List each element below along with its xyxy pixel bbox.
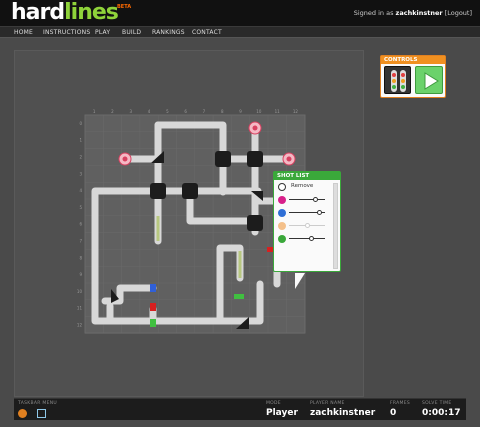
grid-row-label: 7: [79, 239, 82, 244]
nav-build[interactable]: BUILD: [122, 29, 141, 36]
nav-contact[interactable]: CONTACT: [192, 29, 222, 36]
grid-col-label: 5: [166, 109, 169, 114]
game-stage: 1 2 3 4 5 6 7 8 9 10 11 12 0 1 2 3 4 5 6 7 8 9 10 11 12: [14, 50, 364, 397]
shot-row-2[interactable]: [277, 208, 333, 218]
solve-time-value: 0:00:17: [422, 408, 461, 418]
help-icon[interactable]: [18, 409, 27, 418]
shot-row-4[interactable]: [277, 234, 333, 244]
shot-slider-knob[interactable]: [313, 197, 318, 202]
grid-row-label: 9: [79, 272, 82, 277]
nav-rankings[interactable]: RANKINGS: [152, 29, 185, 36]
mode-value: Player: [266, 408, 298, 418]
launcher-blue[interactable]: [150, 284, 156, 292]
grid-column-labels: 1 2 3 4 5 6 7 8 9 10 11 12: [93, 109, 299, 114]
solve-time-label: SOLVE TIME: [422, 401, 452, 406]
taskbar-menu-label: TASKBAR MENU: [18, 401, 57, 406]
shot-list-scrollbar[interactable]: [333, 183, 338, 269]
site-header: hardlines BETA Signed in as zachkinstner…: [0, 0, 480, 26]
shot-list-title: SHOT LIST: [274, 172, 340, 180]
grid-row-label: 1: [79, 138, 82, 143]
shot-slider-track: [289, 199, 325, 200]
grid-col-label: 7: [203, 109, 206, 114]
launcher-green-2[interactable]: [234, 294, 244, 299]
grid-row-label: 5: [79, 205, 82, 210]
junction-box[interactable]: [247, 215, 263, 231]
shot-slider-track: [289, 238, 325, 239]
shot-row-1[interactable]: [277, 195, 333, 205]
grid-row-label: 0: [79, 121, 82, 126]
status-bar: TASKBAR MENU MODE Player PLAYER NAME zac…: [14, 398, 466, 420]
shot-color-dot: [278, 235, 286, 243]
grid-row-label: 3: [79, 171, 82, 176]
grid-col-label: 3: [129, 109, 132, 114]
mode-label: MODE: [266, 401, 281, 406]
frames-value: 0: [390, 408, 397, 418]
site-logo[interactable]: hardlines: [11, 0, 119, 25]
signed-in-username: zachkinstner: [395, 9, 443, 17]
hardlines-app: hardlines BETA Signed in as zachkinstner…: [0, 0, 480, 427]
junction-box[interactable]: [182, 183, 198, 199]
grid-col-label: 11: [275, 109, 281, 114]
junction-box[interactable]: [150, 183, 166, 199]
frames-label: FRAMES: [390, 401, 410, 406]
player-name-label: PLAYER NAME: [310, 401, 345, 406]
remove-label: Remove: [291, 183, 314, 189]
traffic-light-icon: [391, 70, 406, 92]
grid-row-label: 8: [79, 255, 82, 260]
shot-slider-knob[interactable]: [317, 210, 322, 215]
remove-icon: [278, 183, 286, 191]
shot-color-dot: [278, 222, 286, 230]
play-icon: [424, 72, 439, 90]
target-center-icon: [122, 156, 128, 162]
grid-col-label: 1: [93, 109, 96, 114]
junction-box[interactable]: [247, 151, 263, 167]
beta-badge: BETA: [117, 4, 132, 10]
nav-play[interactable]: PLAY: [95, 29, 110, 36]
logo-text-hard: hard: [11, 0, 65, 25]
grid-col-label: 2: [111, 109, 114, 114]
logout-link[interactable]: [Logout]: [445, 9, 472, 17]
grid-col-label: 12: [293, 109, 299, 114]
shot-list-panel: SHOT LIST Remove: [273, 171, 341, 272]
main-nav: HOME INSTRUCTIONS PLAY BUILD RANKINGS CO…: [0, 26, 480, 38]
target-center-icon: [252, 125, 258, 131]
grid-row-label: 4: [79, 188, 82, 193]
play-button[interactable]: [415, 66, 443, 94]
grid-col-label: 9: [239, 109, 242, 114]
shot-slider-knob[interactable]: [305, 223, 310, 228]
controls-title: CONTROLS: [381, 56, 445, 64]
launcher-green[interactable]: [150, 319, 156, 327]
grid-row-label: 10: [77, 289, 83, 294]
grid-col-label: 6: [184, 109, 187, 114]
nav-home[interactable]: HOME: [14, 29, 33, 36]
logo-text-lines: lines: [64, 0, 119, 25]
launcher-red[interactable]: [150, 303, 156, 311]
nav-instructions[interactable]: INSTRUCTIONS: [43, 29, 90, 36]
grid-row-label: 6: [79, 222, 82, 227]
signed-in-prefix: Signed in as: [353, 9, 394, 17]
fullscreen-icon[interactable]: [37, 409, 46, 418]
shot-row-3[interactable]: [277, 221, 333, 231]
grid-row-label: 11: [77, 306, 83, 311]
player-name-value: zachkinstner: [310, 408, 376, 418]
shot-color-dot: [278, 196, 286, 204]
controls-panel: CONTROLS: [380, 55, 446, 98]
shot-row-remove[interactable]: Remove: [277, 182, 333, 192]
grid-col-label: 8: [221, 109, 224, 114]
traffic-light-button[interactable]: [384, 66, 411, 94]
grid-row-label: 2: [79, 155, 82, 160]
grid-col-label: 10: [256, 109, 262, 114]
grid-row-label: 12: [77, 323, 83, 328]
grid-col-label: 4: [148, 109, 151, 114]
junction-box[interactable]: [215, 151, 231, 167]
grid-row-labels: 0123456789101112: [77, 121, 83, 328]
shot-color-dot: [278, 209, 286, 217]
target-center-icon: [286, 156, 292, 162]
signed-in-status: Signed in as zachkinstner [Logout]: [354, 9, 472, 17]
shot-slider-knob[interactable]: [309, 236, 314, 241]
